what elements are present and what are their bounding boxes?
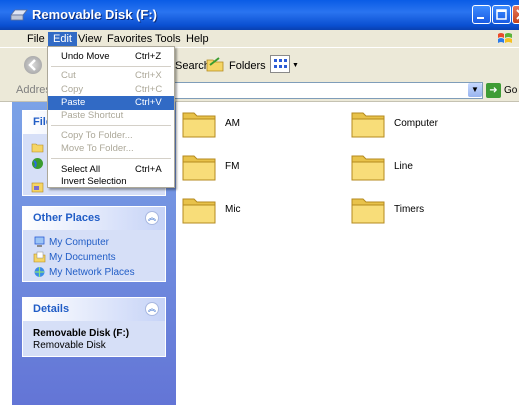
menu-item-move-to-folder[interactable]: Move To Folder... — [48, 142, 174, 156]
menu-item-label: Cut — [61, 70, 76, 81]
menu-item-label: Undo Move — [61, 51, 110, 62]
menu-item-shortcut: Ctrl+Z — [135, 51, 162, 62]
folder-item[interactable]: Computer — [350, 107, 490, 141]
folder-name: Computer — [394, 118, 438, 129]
other-places-panel: Other Places ︽ My Computer My Documents … — [22, 206, 166, 282]
folders-button[interactable]: Folders — [229, 60, 266, 72]
menu-item-label: Move To Folder... — [61, 143, 134, 154]
menu-item-label: Paste Shortcut — [61, 110, 124, 121]
menu-item-label: Copy — [61, 84, 84, 95]
minimize-icon — [477, 17, 484, 19]
maximize-button[interactable] — [492, 5, 511, 24]
close-button[interactable] — [512, 5, 519, 24]
back-arrow-icon — [28, 59, 36, 71]
link-my-computer[interactable]: My Computer — [49, 237, 109, 248]
folder-icon — [182, 112, 216, 138]
globe-icon — [32, 158, 43, 169]
folder-item[interactable]: Line — [350, 150, 490, 184]
menu-item-shortcut: Ctrl+V — [135, 97, 162, 108]
maximize-icon — [496, 9, 507, 20]
file-list-view[interactable]: AM Computer FM Line Mic Timers — [176, 102, 519, 405]
link-my-network-places[interactable]: My Network Places — [49, 267, 135, 278]
details-drive-name: Removable Disk (F:) — [33, 328, 130, 339]
address-dropdown-icon[interactable]: ▼ — [468, 83, 482, 97]
drive-icon — [10, 9, 28, 21]
menu-item-label: Select All — [61, 164, 101, 175]
edit-menu: Undo Move Ctrl+Z Cut Ctrl+X Copy Ctrl+C … — [47, 46, 175, 188]
menu-item-shortcut: Ctrl+A — [135, 164, 162, 175]
menu-favorites[interactable]: Favorites — [102, 32, 157, 46]
collapse-chevron-icon[interactable]: ︽ — [145, 302, 159, 316]
menu-item-copy-to-folder[interactable]: Copy To Folder... — [48, 129, 174, 143]
menu-separator — [51, 125, 171, 126]
menu-item-label: Invert Selection — [61, 176, 127, 187]
folder-task-icon — [31, 143, 44, 153]
menu-help[interactable]: Help — [181, 32, 214, 46]
folder-item[interactable]: AM — [181, 107, 321, 141]
folder-item[interactable]: Mic — [181, 193, 321, 227]
folder-item[interactable]: FM — [181, 150, 321, 184]
folder-name: FM — [225, 161, 240, 172]
folder-icon — [351, 155, 385, 181]
minimize-button[interactable] — [472, 5, 491, 24]
menu-item-undo-move[interactable]: Undo Move Ctrl+Z — [48, 50, 174, 64]
network-places-icon — [34, 267, 45, 277]
menu-item-cut[interactable]: Cut Ctrl+X — [48, 69, 174, 83]
folder-name: AM — [225, 118, 240, 129]
other-places-title: Other Places — [33, 212, 101, 224]
close-icon — [516, 9, 519, 20]
menu-separator — [51, 158, 171, 159]
details-title: Details — [33, 303, 70, 315]
collapse-chevron-icon[interactable]: ︽ — [145, 211, 159, 225]
menu-file[interactable]: File — [22, 32, 50, 46]
link-my-documents[interactable]: My Documents — [49, 252, 116, 263]
other-places-header[interactable]: Other Places ︽ — [23, 207, 165, 230]
window-title: Removable Disk (F:) — [32, 7, 157, 22]
my-documents-icon — [33, 251, 46, 263]
my-computer-icon — [34, 236, 45, 247]
folder-icon — [182, 198, 216, 224]
menu-item-invert-selection[interactable]: Invert Selection — [48, 175, 174, 189]
folder-name: Timers — [394, 204, 425, 215]
menu-item-label: Copy To Folder... — [61, 130, 133, 141]
menu-item-label: Paste — [61, 97, 86, 108]
details-panel: Details ︽ Removable Disk (F:) Removable … — [22, 297, 166, 357]
menu-item-shortcut: Ctrl+X — [135, 70, 162, 81]
views-button[interactable] — [270, 55, 290, 73]
views-dropdown-icon[interactable]: ▼ — [292, 62, 299, 69]
explorer-window: Removable Disk (F:) File Edit View Favor… — [0, 0, 519, 405]
menu-item-paste-shortcut[interactable]: Paste Shortcut — [48, 109, 174, 123]
folder-icon — [351, 112, 385, 138]
folder-item[interactable]: Timers — [350, 193, 490, 227]
share-icon — [31, 182, 44, 193]
back-button[interactable] — [24, 56, 42, 74]
go-button[interactable]: Go — [504, 85, 517, 96]
menu-bar: File Edit View Favorites Tools Help — [0, 30, 519, 47]
details-header[interactable]: Details ︽ — [23, 298, 165, 321]
folder-icon — [351, 198, 385, 224]
folders-icon — [206, 57, 224, 72]
details-drive-type: Removable Disk — [33, 340, 106, 351]
menu-item-paste[interactable]: Paste Ctrl+V — [48, 96, 174, 110]
folder-name: Line — [394, 161, 413, 172]
views-icon — [274, 59, 287, 68]
menu-item-shortcut: Ctrl+C — [135, 84, 163, 95]
title-bar[interactable]: Removable Disk (F:) — [0, 0, 519, 30]
menu-item-copy[interactable]: Copy Ctrl+C — [48, 83, 174, 97]
folder-name: Mic — [225, 204, 241, 215]
menu-separator — [51, 66, 171, 67]
go-arrow-icon[interactable]: ➜ — [486, 83, 501, 98]
windows-logo-icon — [498, 33, 512, 43]
folder-icon — [182, 155, 216, 181]
